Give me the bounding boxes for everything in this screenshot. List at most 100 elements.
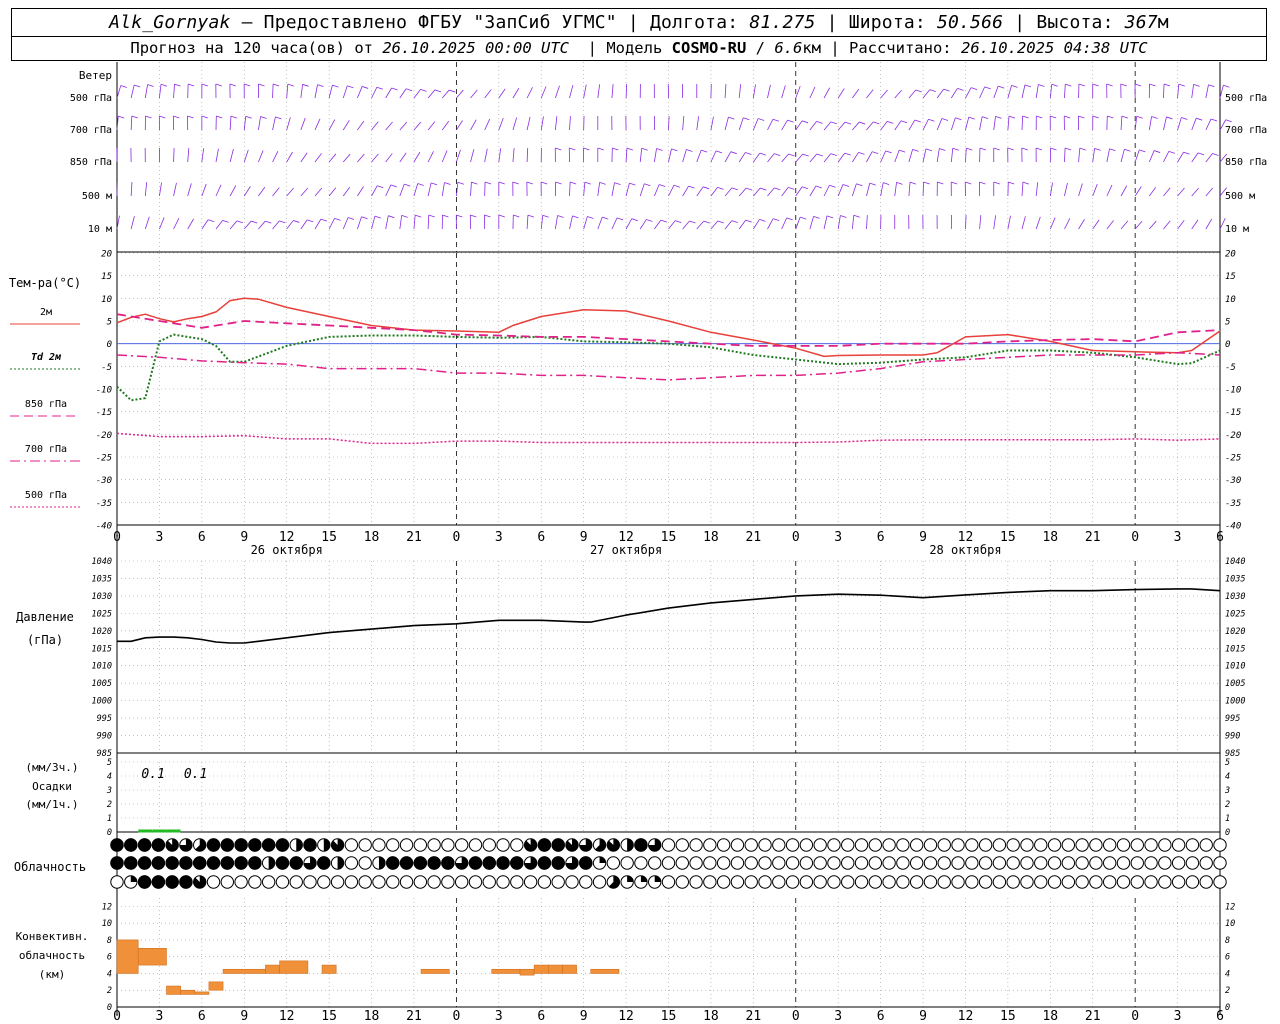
cloud-cover-icon [648, 856, 662, 870]
wind-barb [738, 187, 747, 197]
convective-y-tick: 6 [107, 953, 112, 963]
cloud-cover-icon [482, 875, 496, 889]
cloud-cover-icon [592, 838, 607, 852]
cloud-cover-icon [592, 875, 607, 889]
convective-bar [548, 964, 563, 974]
pressure-y-tick: 1020 [92, 627, 112, 637]
wind-barb-flag [1008, 181, 1015, 185]
cloud-circle [386, 838, 400, 852]
wind-barb [795, 216, 801, 230]
wind-barb-flag [1166, 116, 1173, 120]
wind-barb [371, 121, 379, 131]
wind-barb-flag [952, 147, 959, 151]
cloud-circle [344, 856, 359, 870]
wind-barb [922, 148, 927, 163]
cloud-cover-icon [896, 875, 910, 889]
x-tick-label: 3 [1174, 1009, 1182, 1024]
cloud-cover-icon [179, 875, 193, 889]
cloud-circle [565, 875, 579, 889]
wind-barb [851, 152, 859, 163]
wind-barb-flag [160, 83, 168, 87]
cloud-circle [1020, 838, 1034, 852]
cloud-cover-icon [193, 875, 207, 889]
wind-barb [653, 184, 660, 197]
wind-barb-flag [428, 214, 435, 218]
wind-barb [484, 148, 488, 163]
wind-barb-flag [134, 84, 141, 88]
wind-barb [752, 84, 756, 99]
wind-barb [922, 89, 931, 99]
wind-barb [837, 215, 841, 230]
convective-bar [166, 985, 181, 995]
wind-barb-flag [584, 181, 591, 185]
wind-barb-flag [334, 217, 341, 221]
pressure-y-tick: 995 [97, 714, 112, 724]
wind-barb-flag [1168, 150, 1176, 154]
x-tick-label: 3 [495, 530, 503, 545]
wind-barb [809, 216, 814, 230]
cloud-circle [661, 838, 676, 852]
wind-barb [1078, 218, 1085, 230]
wind-barb [1134, 149, 1140, 163]
cloud-fill [151, 838, 166, 852]
wind-barb [498, 88, 506, 99]
cloud-cover-icon [1061, 875, 1076, 889]
wind-barb [173, 84, 175, 99]
wind-barb-flag [929, 89, 936, 93]
cloud-cover-icon [661, 856, 676, 870]
convective-bar [491, 968, 521, 974]
wind-barb [993, 116, 996, 131]
wind-barb-flag [853, 214, 860, 218]
wind-barb-flag [1092, 115, 1099, 119]
cloud-cover-icon [565, 856, 579, 870]
cloud-cover-icon [193, 856, 207, 870]
cloud-circle [1047, 875, 1062, 889]
wind-barb [583, 84, 587, 99]
wind-barb [710, 187, 718, 197]
cloud-cover-icon [1075, 838, 1089, 852]
x-tick-label: 3 [156, 1009, 164, 1024]
cloud-circle [1171, 838, 1186, 852]
cloud-cover-icon [909, 838, 924, 852]
temp-y-tick: -35 [96, 499, 112, 509]
cloud-circle [275, 875, 290, 889]
precip-y-tick: 3 [106, 786, 112, 796]
wind-barb-flag [689, 220, 696, 224]
wind-barb [1191, 84, 1195, 99]
wind-barb [823, 185, 830, 197]
cloud-fill [110, 856, 124, 870]
wind-barb [965, 215, 967, 230]
cloud-circle [772, 875, 786, 889]
cloud-cover-icon [399, 838, 414, 852]
cloud-circle [234, 875, 248, 889]
cloud-fill [413, 856, 428, 870]
cloud-circle [386, 875, 400, 889]
cloud-cover-icon [785, 875, 800, 889]
cloud-circle [358, 838, 372, 852]
wind-barb [272, 151, 279, 163]
cloud-cover-icon [151, 875, 166, 889]
wind-barb [767, 84, 771, 99]
cloud-circle [675, 875, 689, 889]
cloud-cover-icon [261, 856, 276, 870]
cloud-cover-icon [813, 875, 827, 889]
cloud-cover-icon [510, 875, 524, 889]
wind-barb [880, 150, 887, 163]
cloud-cover-icon [234, 875, 248, 889]
cloud-cover-icon [482, 838, 496, 852]
wind-barb [413, 151, 421, 163]
convective-y-tick: 4 [107, 969, 112, 979]
wind-barb-flag [1008, 115, 1016, 119]
wind-barb-flag [644, 183, 651, 187]
cloud-cover-icon [1034, 856, 1048, 870]
cloud-cover-icon [661, 875, 676, 889]
wind-barb [1092, 219, 1100, 230]
x-tick-label: 15 [321, 1009, 337, 1024]
wind-barb [187, 218, 194, 230]
cloud-fill [537, 838, 552, 852]
cloud-cover-icon [951, 838, 965, 852]
cloud-circle [634, 856, 648, 870]
wind-barb [357, 216, 362, 230]
wind-barb [795, 120, 803, 131]
wind-barb [809, 185, 817, 197]
